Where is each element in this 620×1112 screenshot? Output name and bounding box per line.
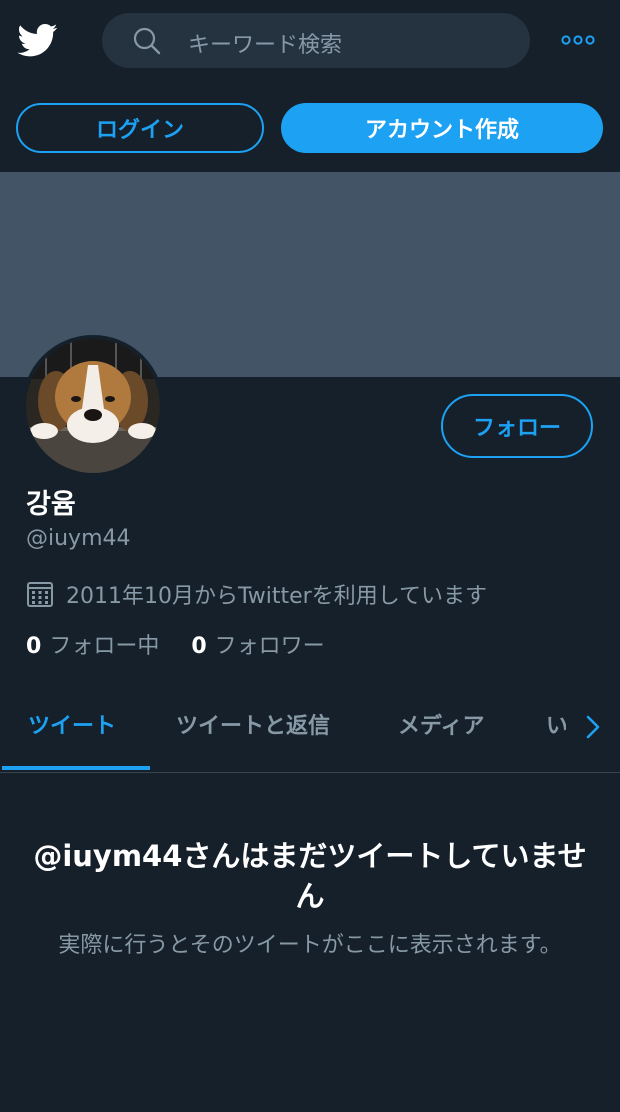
- following-label: フォロー中: [49, 634, 160, 659]
- search-input[interactable]: キーワード検索: [102, 13, 530, 68]
- tabs-scroll-right[interactable]: [566, 690, 620, 764]
- calendar-icon: [27, 582, 53, 607]
- create-account-button[interactable]: アカウント作成: [281, 103, 603, 153]
- chevron-right-icon: [586, 715, 600, 739]
- tab-likes[interactable]: い: [546, 708, 568, 740]
- profile-stats: 0 フォロー中 0 フォロワー: [26, 628, 357, 660]
- login-button[interactable]: ログイン: [16, 103, 264, 153]
- tab-media[interactable]: メディア: [398, 708, 484, 740]
- empty-state-subtitle: 実際に行うとそのツイートがここに表示されます。: [58, 933, 562, 958]
- profile-tabs: ツイート ツイートと返信 メディア い: [0, 690, 620, 773]
- tab-tweets[interactable]: ツイート: [28, 708, 116, 740]
- profile-name: 강윰: [26, 489, 76, 520]
- tab-tweets-and-replies[interactable]: ツイートと返信: [176, 708, 330, 740]
- followers-label: フォロワー: [214, 634, 325, 659]
- following-stat[interactable]: 0 フォロー中: [26, 628, 159, 660]
- empty-state-title: @iuym44さんはまだツイートしていません: [33, 839, 587, 913]
- avatar-image: [26, 339, 160, 473]
- following-count: 0: [26, 634, 42, 659]
- followers-stat[interactable]: 0 フォロワー: [191, 628, 324, 660]
- search-placeholder: キーワード検索: [188, 33, 343, 58]
- followers-count: 0: [191, 634, 207, 659]
- top-bar: キーワード検索: [0, 0, 620, 90]
- active-tab-indicator: [2, 766, 150, 770]
- follow-button[interactable]: フォロー: [441, 394, 593, 458]
- profile-handle: @iuym44: [26, 526, 131, 551]
- more-dots-icon[interactable]: [560, 30, 596, 50]
- search-icon: [133, 27, 161, 55]
- twitter-bird-icon[interactable]: [16, 20, 60, 60]
- avatar[interactable]: [22, 335, 164, 477]
- joined-text: 2011年10月からTwitterを利用しています: [66, 584, 488, 609]
- joined-date: 2011年10月からTwitterを利用しています: [26, 578, 487, 610]
